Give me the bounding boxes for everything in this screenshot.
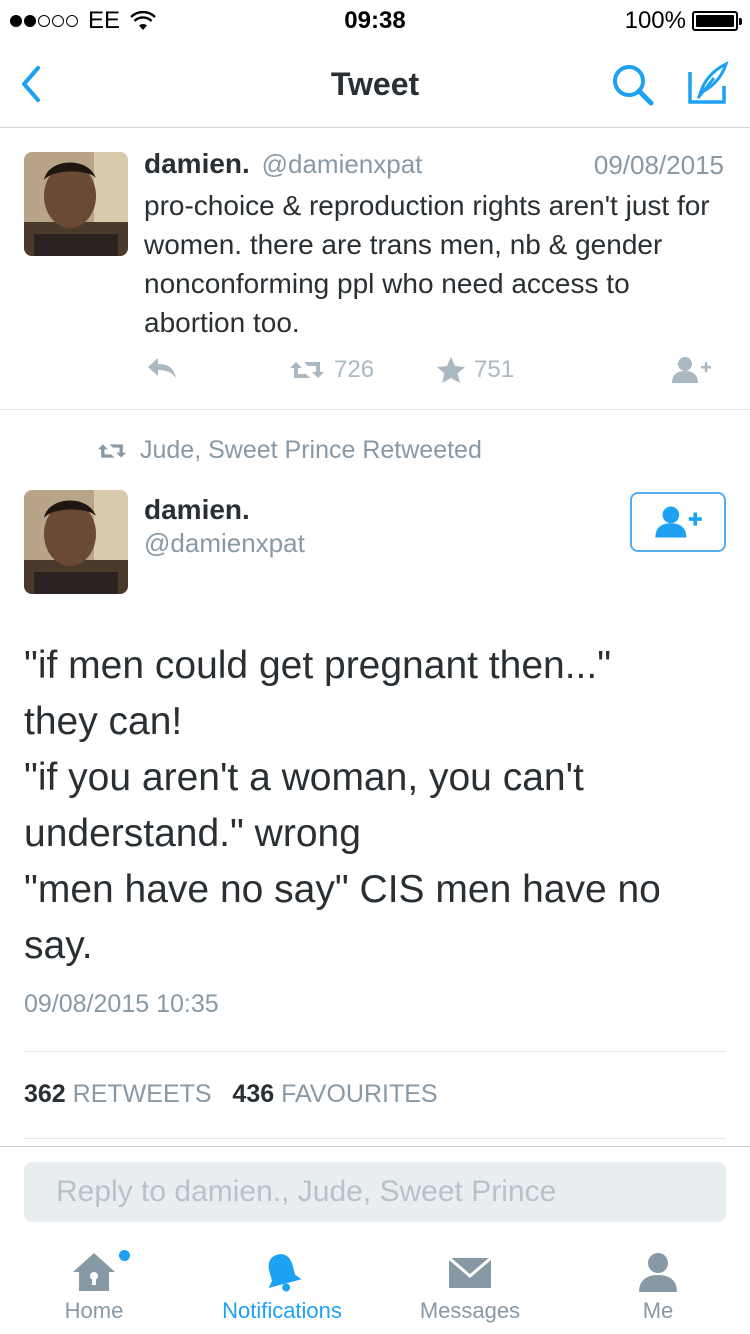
tab-label: Notifications xyxy=(222,1298,342,1323)
add-user-icon xyxy=(672,357,711,383)
tweet-stats: 362 RETWEETS 436 FAVOURITES xyxy=(24,1080,438,1109)
retweet-count: 726 xyxy=(334,356,375,383)
search-icon[interactable] xyxy=(610,62,656,108)
avatar[interactable] xyxy=(24,490,128,594)
battery-percent: 100% xyxy=(624,7,686,34)
envelope-icon xyxy=(448,1256,492,1288)
tab-me[interactable]: Me xyxy=(564,1236,750,1334)
author-handle[interactable]: @damienxpat xyxy=(144,528,305,559)
tweet-text-line: "if men could get pregnant then..." xyxy=(24,644,612,687)
tweet-text-line: understand." wrong xyxy=(24,812,361,855)
retweets-count: 362 xyxy=(24,1080,66,1108)
retweet-icon xyxy=(290,362,324,378)
tab-messages[interactable]: Messages xyxy=(376,1236,564,1334)
reply-button[interactable] xyxy=(146,356,178,380)
favourite-button[interactable]: 751 xyxy=(436,356,514,384)
tweet-actions: 726 751 xyxy=(144,356,724,386)
retweets-label: RETWEETS xyxy=(72,1080,212,1108)
battery-status: 100% xyxy=(624,7,742,35)
tweet-text: pro-choice & reproduction rights aren't … xyxy=(144,190,710,338)
author-name[interactable]: damien. xyxy=(144,148,250,179)
follow-small-button[interactable] xyxy=(670,356,712,384)
parent-tweet[interactable]: damien. @damienxpat 09/08/2015 pro-choic… xyxy=(0,128,750,410)
battery-icon xyxy=(692,11,742,31)
tab-bar: Home Notifications Messages Me xyxy=(0,1236,750,1334)
new-content-dot xyxy=(119,1250,130,1261)
tweet-text-line: "if you aren't a woman, you can't xyxy=(24,756,584,799)
tweet-header: damien. @damienxpat 09/08/2015 xyxy=(144,148,724,180)
tab-label: Me xyxy=(642,1298,674,1323)
favourites-count: 436 xyxy=(232,1080,275,1108)
retweet-icon xyxy=(97,443,127,458)
tab-label: Home xyxy=(64,1298,124,1323)
tab-notifications[interactable]: Notifications xyxy=(188,1236,376,1334)
tweet-text-line: they can! xyxy=(24,700,183,743)
tweet-text-line: "men have no say" CIS men have no xyxy=(24,868,661,911)
favourites-label: FAVOURITES xyxy=(281,1080,438,1108)
follow-button[interactable] xyxy=(630,492,726,552)
tweet-text-line: say. xyxy=(24,924,93,967)
reply-icon xyxy=(148,358,176,378)
home-icon xyxy=(73,1253,115,1291)
tweet-timestamp: 09/08/2015 10:35 xyxy=(24,990,219,1018)
bell-icon xyxy=(268,1254,302,1292)
nav-bar: Tweet xyxy=(0,40,750,128)
divider xyxy=(24,1138,726,1139)
tab-label: Messages xyxy=(419,1298,521,1323)
retweet-button[interactable]: 726 xyxy=(288,356,374,384)
author-name[interactable]: damien. xyxy=(144,494,250,526)
divider xyxy=(24,1051,726,1052)
reply-input[interactable]: Reply to damien., Jude, Sweet Prince xyxy=(24,1162,726,1222)
star-icon xyxy=(437,357,465,383)
tweet-text: "if men could get pregnant then..." they… xyxy=(24,638,724,974)
tweet-date: 09/08/2015 xyxy=(593,150,724,180)
compose-icon[interactable] xyxy=(684,60,730,106)
retweeted-by[interactable]: Jude, Sweet Prince Retweeted xyxy=(96,436,482,465)
favourite-count: 751 xyxy=(474,356,515,383)
retweets-stat[interactable]: 362 RETWEETS xyxy=(24,1080,212,1108)
status-bar: EE 09:38 100% xyxy=(0,0,750,40)
reply-bar: Reply to damien., Jude, Sweet Prince xyxy=(0,1146,750,1236)
retweeted-by-label: Jude, Sweet Prince Retweeted xyxy=(140,436,482,464)
favourites-stat[interactable]: 436 FAVOURITES xyxy=(232,1080,437,1108)
person-icon xyxy=(639,1253,677,1292)
tab-home[interactable]: Home xyxy=(0,1236,188,1334)
add-user-icon xyxy=(655,506,702,538)
author-handle[interactable]: @damienxpat xyxy=(262,149,423,179)
avatar[interactable] xyxy=(24,152,128,256)
